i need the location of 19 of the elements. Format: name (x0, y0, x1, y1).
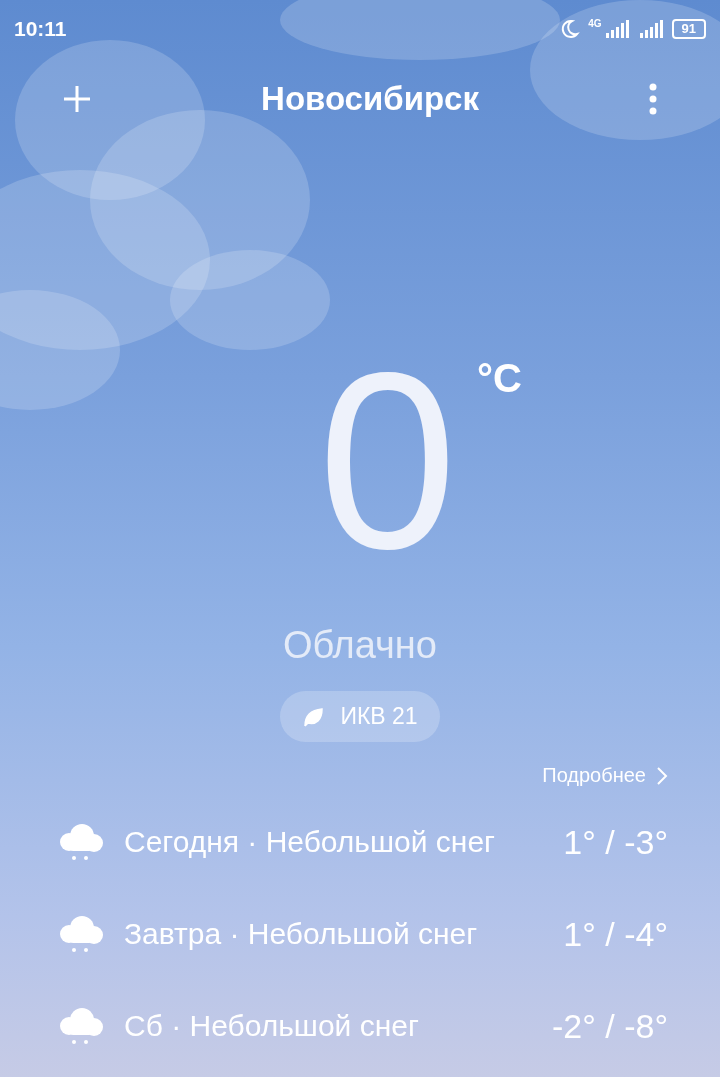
chevron-right-icon (656, 765, 668, 786)
forecast-label: Сб · Небольшой снег (124, 1009, 420, 1043)
weather-condition: Облачно (283, 624, 437, 667)
temperature-unit: °C (477, 356, 522, 401)
signal-icon (603, 19, 630, 39)
network-type: 4G (588, 18, 602, 29)
status-time: 10:11 (14, 17, 67, 41)
forecast-label: Сегодня · Небольшой снег (124, 825, 497, 859)
details-link[interactable]: Подробнее (542, 764, 668, 787)
air-quality-button[interactable]: ИКВ 21 (280, 691, 440, 742)
leaf-icon (302, 705, 325, 728)
forecast-label: Завтра · Небольшой снег (124, 917, 479, 951)
forecast-temperature: -2° / -8° (552, 1006, 668, 1046)
temperature-value: 0 (318, 362, 458, 562)
battery-indicator: 91 (671, 19, 706, 39)
signal-icon (637, 19, 664, 39)
forecast-temperature: 1° / -3° (563, 822, 668, 862)
forecast-temperature: 1° / -4° (563, 914, 668, 954)
city-title: Новосибирск (261, 80, 479, 118)
